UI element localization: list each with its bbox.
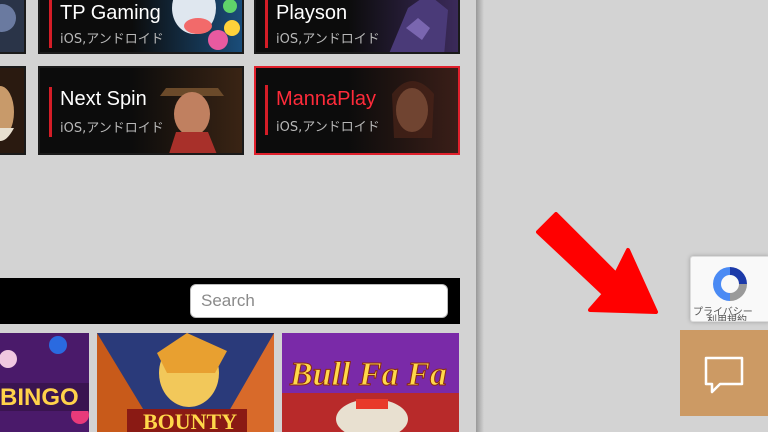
card-accent-stripe xyxy=(265,85,268,135)
provider-card-next-spin[interactable]: Next Spin iOS,アンドロイド xyxy=(38,66,244,155)
provider-card-left-partial[interactable] xyxy=(0,0,26,54)
game-tile-bull-fa-fa[interactable]: Bull Fa Fa xyxy=(282,333,459,432)
provider-title: MannaPlay xyxy=(276,88,377,110)
bingo-thumbnail-image: BINGO xyxy=(0,333,89,432)
bounty-title: BOUNTY xyxy=(143,409,237,432)
chat-bubble-icon xyxy=(704,356,744,394)
search-input[interactable] xyxy=(190,284,448,318)
next-spin-art-image xyxy=(132,68,242,153)
page-column: TP Gaming iOS,アンドロイド Playson iOS,アンドロイド xyxy=(0,0,476,432)
provider-art-image xyxy=(0,68,24,153)
recaptcha-logo-icon xyxy=(713,267,747,301)
provider-platforms: iOS,アンドロイド xyxy=(60,32,164,47)
bull-fa-fa-thumbnail-image: Bull Fa Fa xyxy=(282,333,459,432)
card-accent-stripe xyxy=(49,0,52,48)
game-tile-bounty[interactable]: BOUNTY xyxy=(97,333,274,432)
search-bar xyxy=(0,278,460,324)
arrow-icon xyxy=(536,212,658,314)
provider-platforms: iOS,アンドロイド xyxy=(276,120,380,135)
provider-card-left-partial-2[interactable] xyxy=(0,66,26,155)
bull-fa-fa-title: Bull Fa Fa xyxy=(289,356,447,393)
card-accent-stripe xyxy=(49,87,52,137)
recaptcha-badge[interactable]: プライバシー 利用規約 xyxy=(690,256,768,322)
provider-art-image xyxy=(0,0,24,52)
game-tile-bingo[interactable]: BINGO xyxy=(0,333,89,432)
provider-title: TP Gaming xyxy=(60,2,161,24)
provider-card-playson[interactable]: Playson iOS,アンドロイド xyxy=(254,0,460,54)
recaptcha-terms-link[interactable]: 利用規約 xyxy=(707,311,747,321)
bounty-thumbnail-image: BOUNTY xyxy=(97,333,274,432)
provider-title: Playson xyxy=(276,2,348,24)
bingo-title: BINGO xyxy=(0,384,79,411)
provider-card-tp-gaming[interactable]: TP Gaming iOS,アンドロイド xyxy=(38,0,244,54)
chat-button[interactable] xyxy=(680,330,768,416)
provider-title: Next Spin xyxy=(60,88,147,110)
provider-card-mannaplay[interactable]: MannaPlay iOS,アンドロイド xyxy=(254,66,460,155)
page-column-shadow xyxy=(476,0,484,432)
card-accent-stripe xyxy=(265,0,268,48)
provider-platforms: iOS,アンドロイド xyxy=(276,32,380,47)
provider-platforms: iOS,アンドロイド xyxy=(60,121,164,136)
